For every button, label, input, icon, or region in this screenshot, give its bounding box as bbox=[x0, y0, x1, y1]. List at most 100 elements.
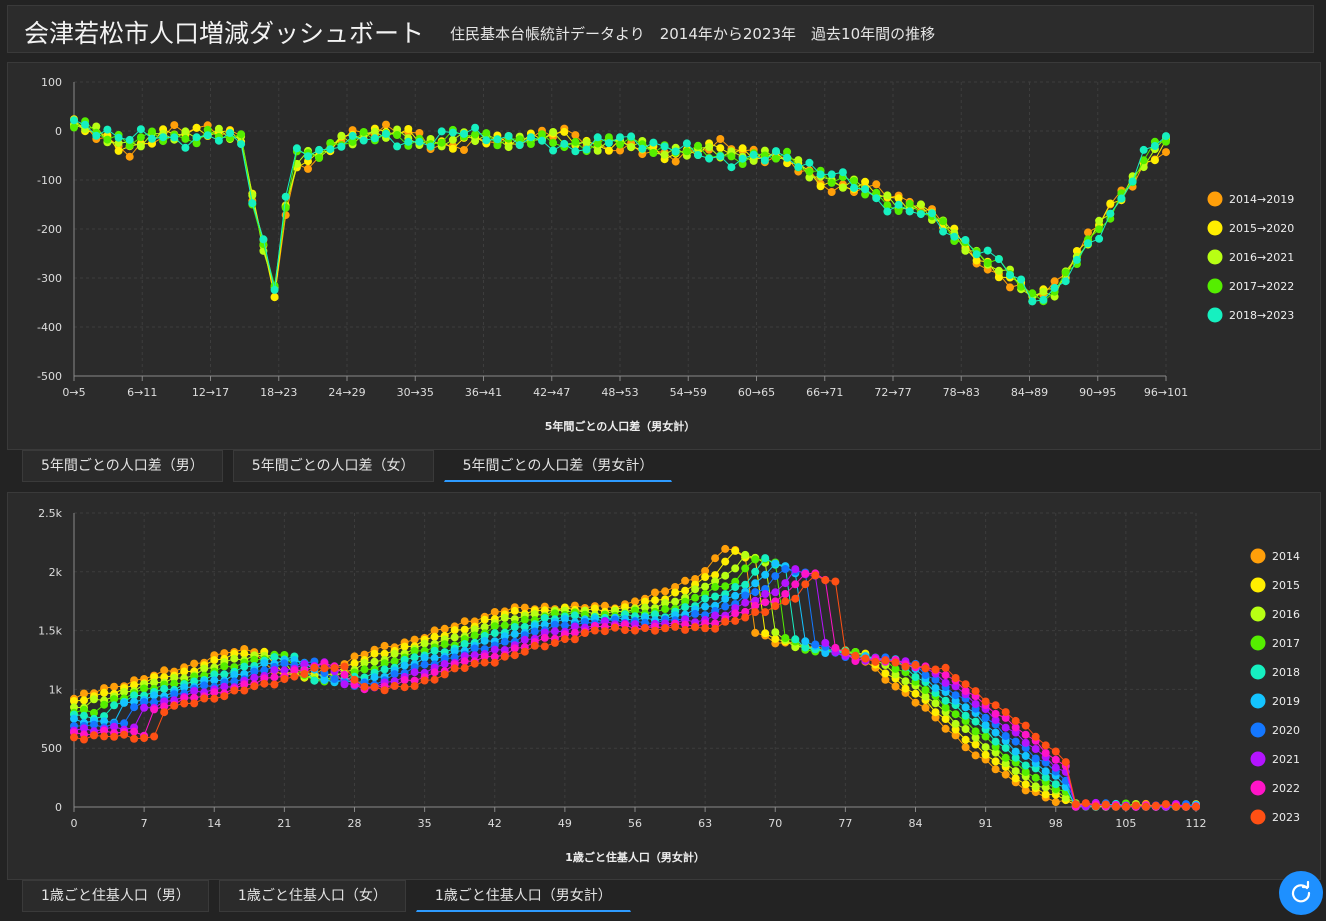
data-point bbox=[761, 590, 770, 598]
data-point bbox=[140, 684, 149, 693]
data-point bbox=[1095, 234, 1104, 243]
data-point bbox=[1021, 761, 1030, 770]
data-point bbox=[570, 635, 579, 644]
data-point bbox=[771, 588, 780, 597]
data-point bbox=[901, 684, 910, 693]
legend-label: 2021 bbox=[1272, 753, 1300, 766]
data-point bbox=[941, 696, 950, 705]
single-age-population-chart-panel: 2.5k 2k 1.5k 1k 500 0 0 7 14 21 28 35 42 49 56 63 70 77 84… bbox=[7, 492, 1321, 880]
data-point bbox=[92, 131, 101, 140]
data-point bbox=[180, 699, 189, 708]
tab-five-year-male[interactable]: 5年間ごとの人口差（男） bbox=[22, 450, 223, 482]
data-point bbox=[731, 564, 740, 573]
data-point bbox=[1151, 801, 1160, 810]
data-point bbox=[1041, 749, 1050, 757]
data-point bbox=[771, 602, 780, 611]
data-point bbox=[681, 586, 690, 595]
x-tick-label: 28 bbox=[348, 817, 362, 830]
data-point bbox=[130, 727, 139, 736]
data-point bbox=[816, 182, 825, 191]
x-tick-label: 91 bbox=[979, 817, 993, 830]
x-tick-label: 72→77 bbox=[874, 386, 911, 399]
data-point bbox=[751, 567, 760, 576]
data-point bbox=[270, 680, 279, 689]
data-point bbox=[671, 588, 680, 597]
data-point bbox=[226, 129, 234, 137]
legend-marker bbox=[1250, 548, 1266, 564]
y-tick-label: 0 bbox=[55, 125, 62, 138]
data-point bbox=[200, 664, 209, 673]
data-point bbox=[827, 188, 836, 196]
x-tick-label: 0→5 bbox=[62, 386, 85, 399]
data-point bbox=[430, 632, 439, 641]
refresh-button[interactable] bbox=[1279, 871, 1323, 915]
data-point bbox=[1031, 732, 1040, 741]
x-tick-label: 78→83 bbox=[943, 386, 980, 399]
data-point bbox=[490, 622, 499, 631]
data-point bbox=[1101, 800, 1110, 809]
data-point bbox=[861, 177, 870, 186]
data-point bbox=[781, 565, 790, 573]
data-point bbox=[81, 120, 90, 129]
data-point bbox=[972, 250, 981, 259]
data-point bbox=[671, 622, 680, 631]
data-point bbox=[691, 609, 700, 618]
data-point bbox=[315, 154, 324, 162]
data-point bbox=[440, 670, 449, 679]
data-point bbox=[593, 146, 602, 155]
data-point bbox=[951, 674, 960, 682]
data-point bbox=[326, 145, 335, 154]
tab-five-year-female[interactable]: 5年間ごとの人口差（女） bbox=[232, 450, 434, 482]
data-point bbox=[1021, 730, 1030, 739]
x-tick-label: 42→47 bbox=[533, 386, 570, 399]
data-point bbox=[280, 659, 289, 668]
tab-five-year-total[interactable]: 5年間ごとの人口差（男女計） bbox=[443, 450, 673, 482]
data-point bbox=[70, 116, 78, 125]
x-axis-title: 5年間ごとの人口差（男女計） bbox=[545, 419, 696, 433]
data-point bbox=[981, 721, 990, 730]
data-point bbox=[916, 210, 925, 219]
data-point bbox=[983, 259, 992, 267]
data-point bbox=[560, 127, 569, 136]
data-point bbox=[971, 700, 980, 708]
data-point bbox=[315, 145, 324, 154]
data-point bbox=[1095, 216, 1104, 225]
data-point bbox=[721, 582, 730, 591]
data-point bbox=[400, 683, 409, 692]
data-point bbox=[170, 133, 179, 142]
data-point bbox=[681, 603, 690, 612]
data-point bbox=[240, 662, 249, 671]
data-point bbox=[801, 637, 810, 646]
y-tick-label: -400 bbox=[37, 321, 62, 334]
data-point bbox=[741, 564, 750, 573]
data-point bbox=[382, 120, 390, 129]
data-point bbox=[811, 571, 820, 580]
data-point bbox=[460, 640, 469, 648]
data-point bbox=[1028, 297, 1037, 306]
data-point bbox=[738, 144, 747, 153]
tab-single-age-female[interactable]: 1歳ごと住基人口（女） bbox=[218, 880, 406, 912]
data-point bbox=[691, 593, 700, 602]
data-point bbox=[359, 136, 368, 145]
tab-single-age-male[interactable]: 1歳ごと住基人口（男） bbox=[22, 880, 209, 912]
data-point bbox=[515, 141, 524, 149]
tab-single-age-total[interactable]: 1歳ごと住基人口（男女計） bbox=[415, 880, 631, 912]
data-point bbox=[781, 634, 790, 642]
data-point bbox=[691, 623, 700, 632]
data-point bbox=[160, 708, 169, 717]
data-point bbox=[905, 199, 914, 208]
data-point bbox=[872, 180, 881, 189]
data-point bbox=[1192, 802, 1200, 811]
data-point bbox=[691, 585, 700, 594]
x-tick-label: 66→71 bbox=[806, 386, 843, 399]
data-point bbox=[230, 686, 239, 695]
data-point bbox=[1031, 754, 1040, 763]
data-point bbox=[760, 156, 769, 165]
data-point bbox=[320, 664, 329, 673]
data-point bbox=[120, 698, 129, 707]
data-point bbox=[951, 691, 960, 700]
data-point bbox=[181, 127, 190, 136]
data-point bbox=[426, 142, 435, 151]
y-tick-label: 1k bbox=[49, 683, 63, 696]
data-point bbox=[304, 152, 312, 161]
